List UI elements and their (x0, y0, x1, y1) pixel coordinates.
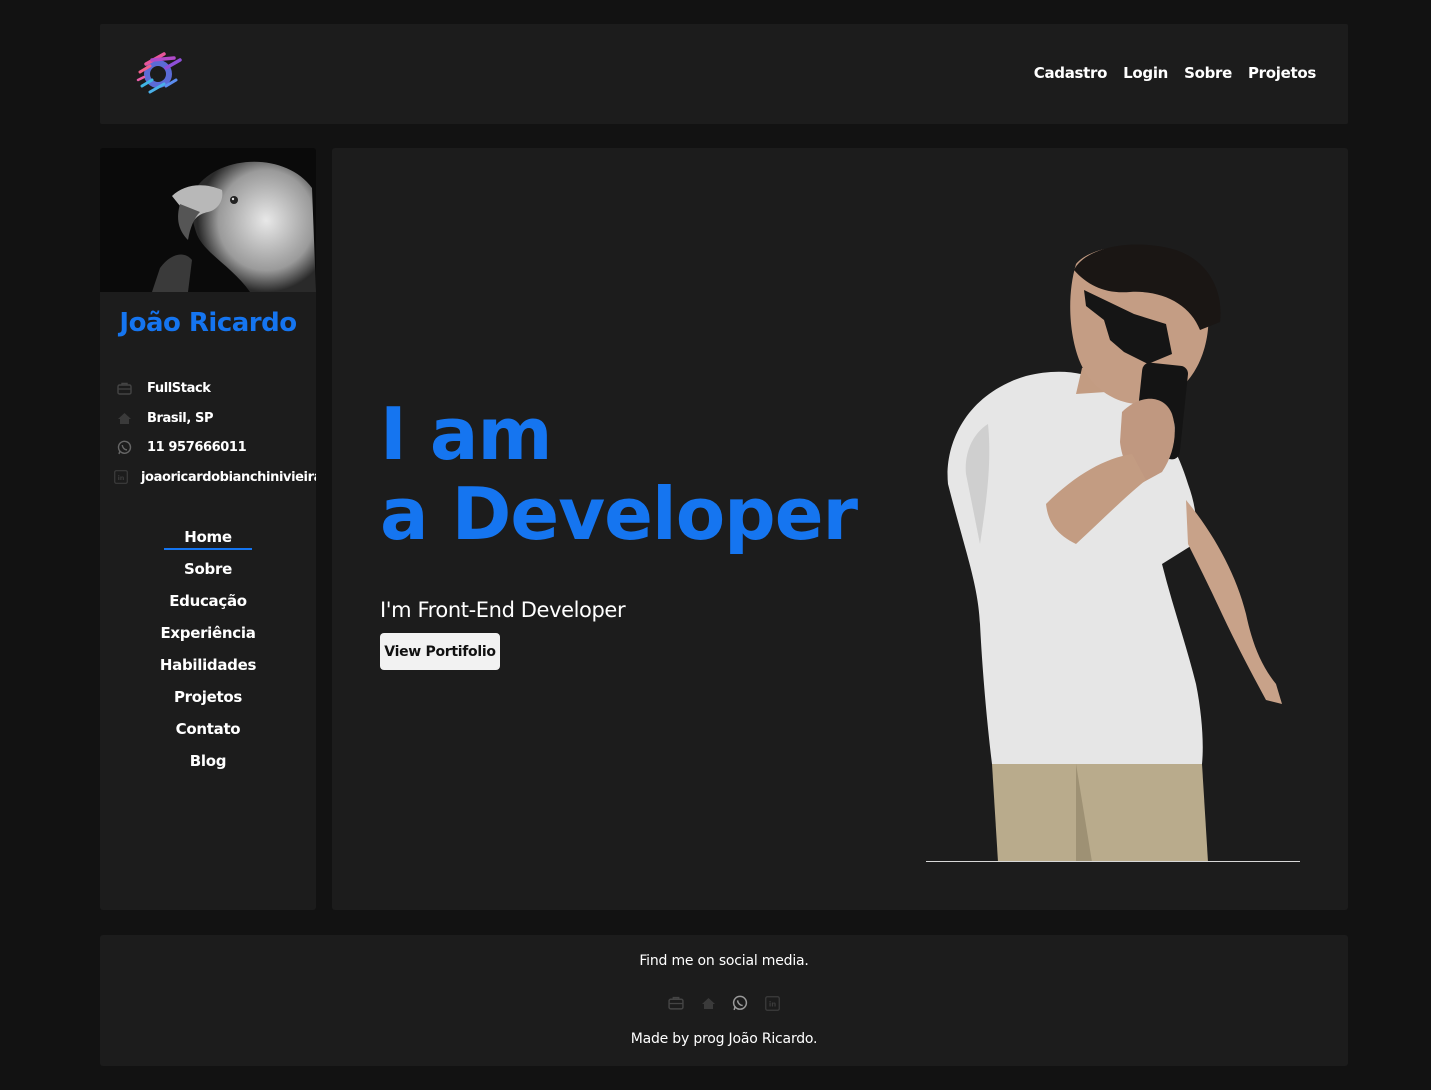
site-footer: Find me on social media. in Made by prog… (100, 935, 1348, 1066)
whatsapp-icon (114, 440, 134, 456)
sidenav-label-home: Home (164, 528, 252, 550)
linkedin-icon: in (114, 469, 128, 485)
info-row-phone: 11 957666011 (114, 433, 316, 463)
top-nav: Cadastro Login Sobre Projetos (1034, 64, 1317, 82)
sidenav-item-experiencia[interactable]: Experiência (100, 622, 316, 654)
portrait-baseline (926, 861, 1300, 862)
info-row-linkedin: in joaoricardobianchinivieira (114, 463, 316, 493)
sidenav-label-experiencia: Experiência (160, 624, 256, 642)
footer-credit: Made by prog João Ricardo. (630, 1031, 818, 1047)
linkedin-icon[interactable]: in (764, 995, 780, 1011)
info-location-text: Brasil, SP (147, 410, 214, 426)
hero-title-line-1: I am (380, 392, 552, 476)
sidenav-label-sobre: Sobre (184, 560, 232, 578)
home-icon[interactable] (700, 995, 716, 1011)
home-icon (114, 410, 134, 426)
sidenav-label-habilidades: Habilidades (159, 656, 257, 674)
briefcase-icon (114, 381, 134, 397)
footer-title: Find me on social media. (639, 953, 809, 969)
sidenav-item-sobre[interactable]: Sobre (100, 558, 316, 590)
sidenav-item-projetos[interactable]: Projetos (100, 686, 316, 718)
sidenav-item-blog[interactable]: Blog (100, 750, 316, 782)
side-nav: Home Sobre Educação Experiência Habilida… (100, 526, 316, 782)
profile-name: João Ricardo (119, 308, 297, 338)
hero-title: I am a Developer (380, 392, 858, 556)
hero-subtitle: I'm Front-End Developer (380, 598, 626, 622)
whatsapp-icon[interactable] (732, 995, 748, 1011)
info-row-role: FullStack (114, 374, 316, 404)
footer-social-icons: in (100, 995, 1348, 1011)
sidenav-item-educacao[interactable]: Educação (100, 590, 316, 622)
profile-sidebar: João Ricardo FullStack Brasil, SP 11 957… (100, 148, 316, 910)
info-row-location: Brasil, SP (114, 404, 316, 434)
nav-link-cadastro[interactable]: Cadastro (1034, 64, 1108, 82)
sidenav-item-contato[interactable]: Contato (100, 718, 316, 750)
site-header: Cadastro Login Sobre Projetos (100, 24, 1348, 124)
sidenav-item-habilidades[interactable]: Habilidades (100, 654, 316, 686)
nav-link-projetos[interactable]: Projetos (1248, 64, 1316, 82)
sidenav-label-educacao: Educação (169, 592, 247, 610)
svg-text:in: in (118, 474, 125, 482)
view-portfolio-button[interactable]: View Portifolio (380, 633, 500, 670)
svg-text:in: in (768, 1000, 775, 1008)
sidenav-label-projetos: Projetos (173, 688, 242, 706)
info-role-text: FullStack (147, 381, 211, 397)
sidenav-label-blog: Blog (189, 752, 227, 770)
nav-link-login[interactable]: Login (1123, 64, 1168, 82)
sidenav-label-contato: Contato (175, 720, 241, 738)
logo-icon[interactable] (136, 50, 182, 96)
info-linkedin-text: joaoricardobianchinivieira (141, 469, 316, 485)
developer-portrait-image (947, 244, 1282, 862)
eagle-cover-image (100, 148, 316, 292)
hero-title-line-2: a Developer (380, 472, 858, 556)
nav-link-sobre[interactable]: Sobre (1184, 64, 1232, 82)
sidenav-item-home[interactable]: Home (100, 526, 316, 558)
hero-panel: I am a Developer I'm Front-End Developer… (332, 148, 1348, 910)
profile-info-list: FullStack Brasil, SP 11 957666011 in joa… (114, 374, 316, 492)
briefcase-icon[interactable] (668, 995, 684, 1011)
info-phone-text: 11 957666011 (147, 440, 247, 456)
